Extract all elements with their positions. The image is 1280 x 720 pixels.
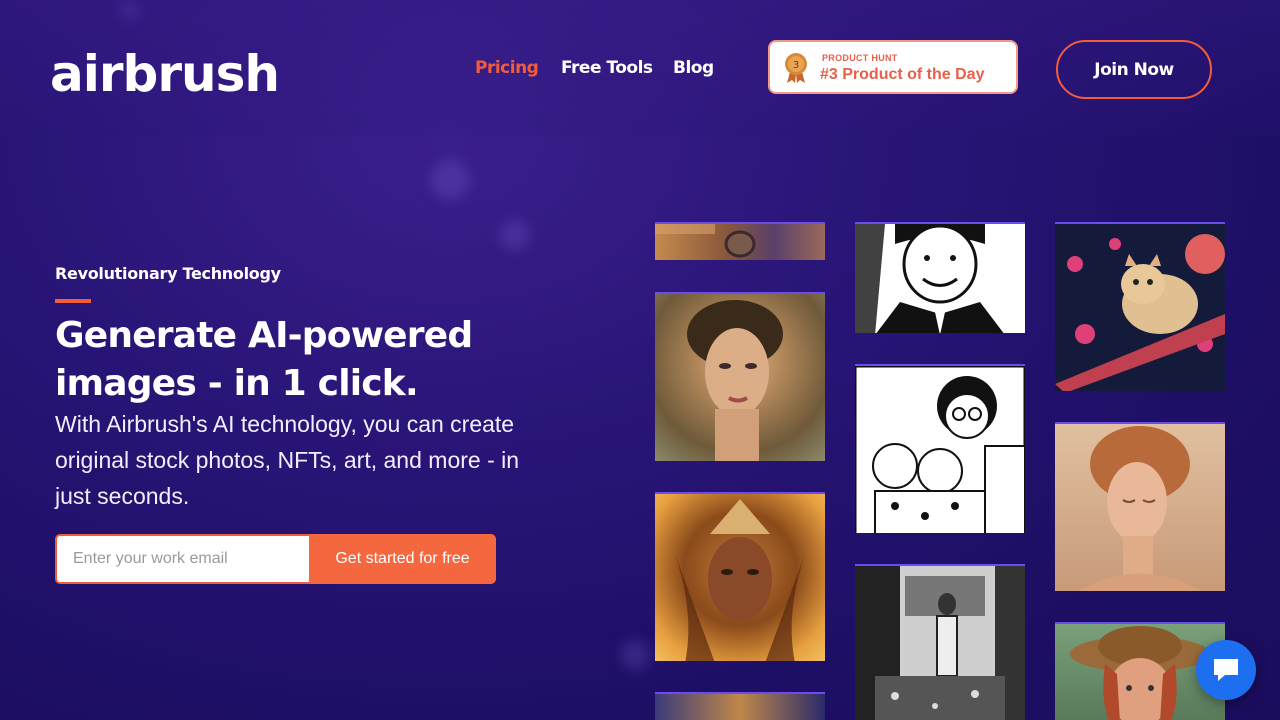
nav-blog[interactable]: Blog: [673, 58, 714, 78]
gallery-image[interactable]: [655, 292, 825, 461]
gallery-image[interactable]: [655, 492, 825, 661]
gallery-image[interactable]: [855, 364, 1025, 533]
background-glow: [430, 160, 470, 200]
get-started-button[interactable]: Get started for free: [309, 534, 496, 584]
gallery-image-art: [855, 224, 1004, 333]
gallery-image[interactable]: [855, 222, 1025, 333]
svg-text:3: 3: [793, 60, 799, 71]
nav-free-tools[interactable]: Free Tools: [561, 58, 653, 78]
product-hunt-badge[interactable]: 3 PRODUCT HUNT #3 Product of the Day: [768, 40, 1018, 94]
gallery-image[interactable]: [855, 564, 1025, 720]
hero-eyebrow: Revolutionary Technology: [55, 264, 281, 283]
nav-pricing[interactable]: Pricing: [475, 58, 539, 78]
gallery-image[interactable]: [655, 222, 825, 260]
background-glow: [500, 220, 530, 250]
gallery-image-art: [855, 366, 1025, 533]
hero-subtext: With Airbrush's AI technology, you can c…: [55, 411, 520, 509]
gallery-image[interactable]: [1055, 222, 1225, 391]
join-now-button[interactable]: Join Now: [1056, 40, 1212, 99]
gallery-image-art: [675, 499, 805, 661]
chat-button[interactable]: [1196, 640, 1256, 700]
gallery-image-art: [855, 566, 1025, 720]
accent-divider: [55, 299, 91, 303]
email-input[interactable]: [55, 534, 309, 584]
product-hunt-label: PRODUCT HUNT: [822, 53, 898, 63]
gallery-image[interactable]: [1055, 422, 1225, 591]
product-hunt-title: #3 Product of the Day: [820, 66, 985, 83]
chat-bubble-icon: [1214, 659, 1238, 681]
medal-icon: 3: [785, 53, 807, 83]
gallery-image-art: [655, 224, 756, 258]
site-header: airbrush Pricing Free Tools Blog 3 PRODU…: [0, 0, 1280, 136]
gallery-image-art: [1055, 234, 1225, 391]
gallery-image-art: [687, 300, 783, 461]
hero-headline: Generate AI-powered images - in 1 click.: [55, 315, 473, 404]
airbrush-logo[interactable]: airbrush: [50, 44, 280, 104]
gallery-image[interactable]: [655, 692, 825, 720]
background-glow: [620, 640, 650, 670]
gallery-image-art: [1078, 426, 1202, 591]
